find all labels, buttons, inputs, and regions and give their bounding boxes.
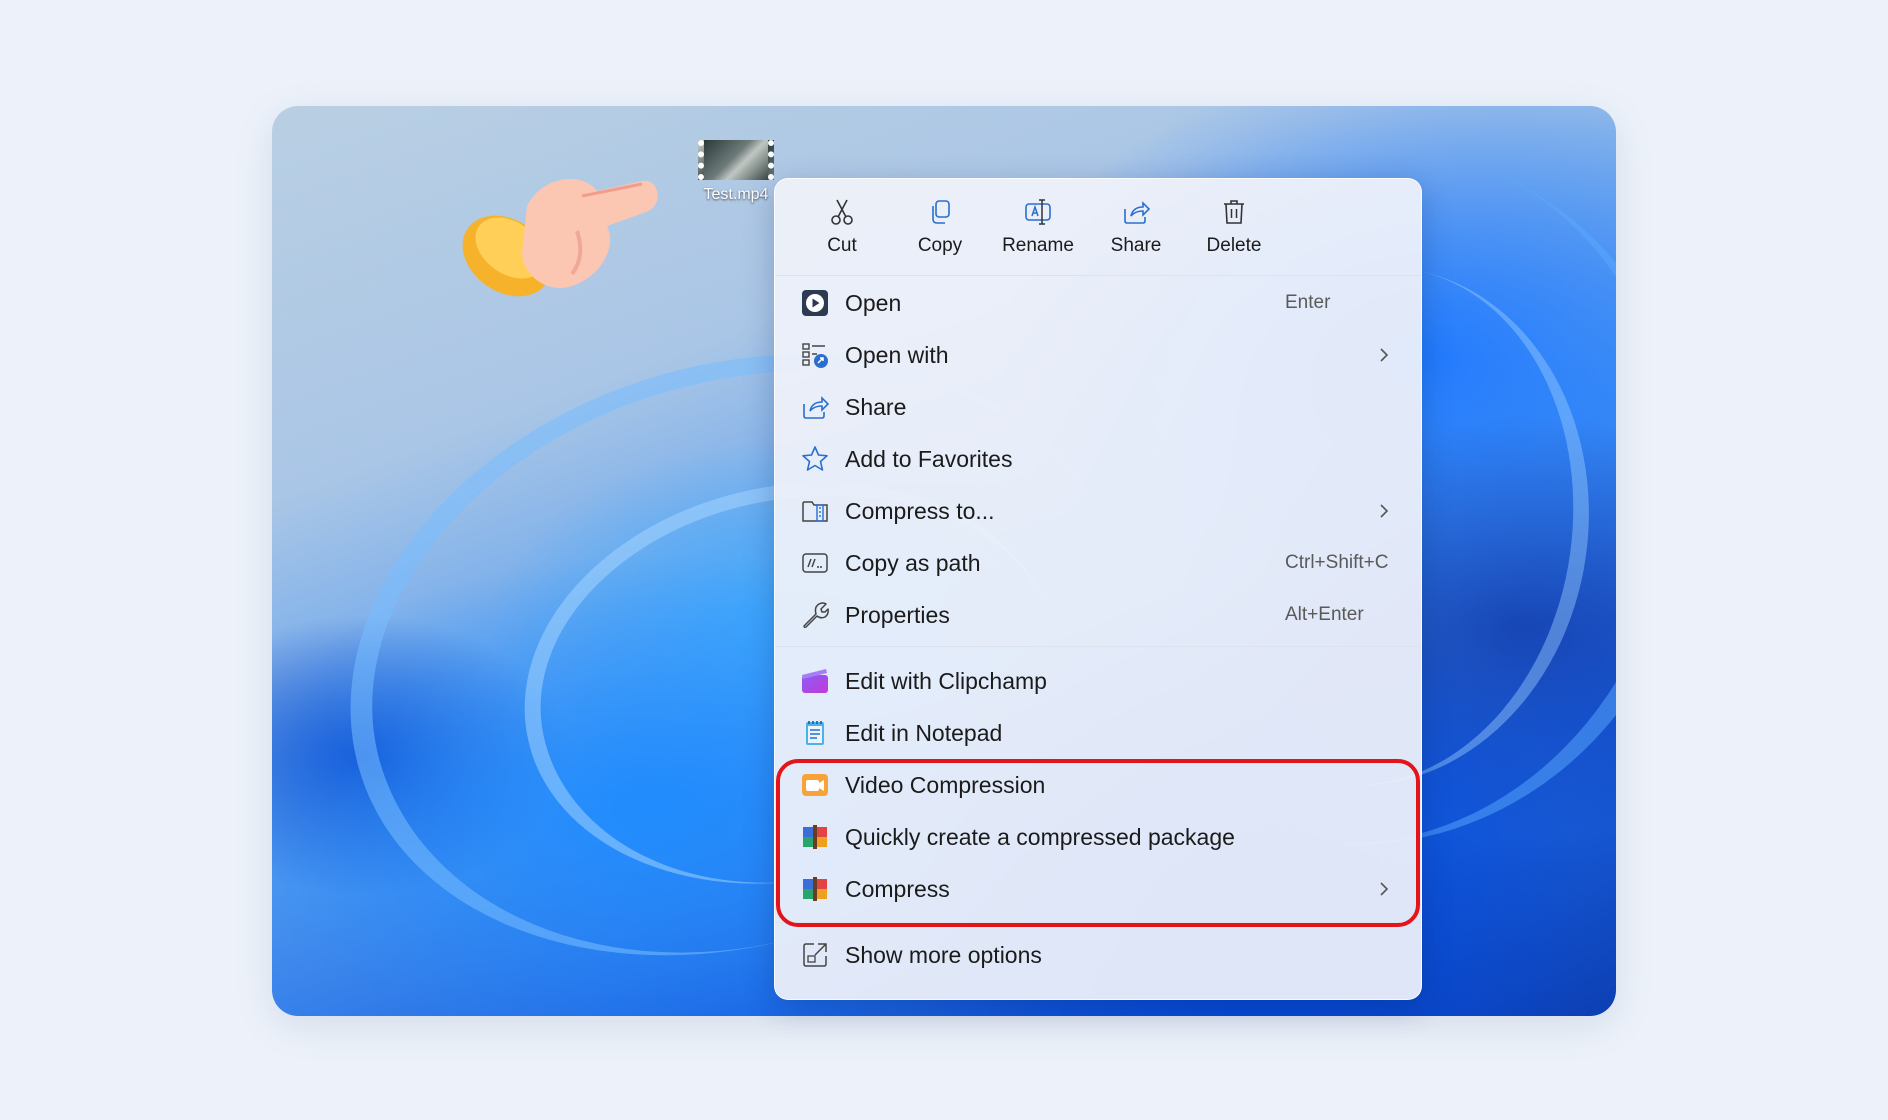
open-media-icon — [802, 290, 828, 316]
menu-item-open[interactable]: Open Enter — [775, 277, 1421, 329]
video-thumbnail-icon — [698, 140, 774, 180]
share-icon — [803, 396, 829, 419]
menu-item-compress-to[interactable]: Compress to... — [775, 485, 1421, 537]
highlight-box — [776, 759, 1420, 927]
share-label: Share — [1110, 235, 1162, 256]
delete-button[interactable]: Delete — [1185, 197, 1283, 275]
menu-item-edit-in-notepad[interactable]: Edit in Notepad — [775, 707, 1421, 759]
menu-item-share[interactable]: Share — [775, 381, 1421, 433]
more-options-icon — [803, 943, 827, 967]
star-icon — [802, 446, 828, 471]
copy-icon — [932, 200, 950, 224]
file-name: Test.mp4 — [703, 186, 769, 203]
menu-item-edit-with-clipchamp[interactable]: Edit with Clipchamp — [775, 655, 1421, 707]
rename-button[interactable]: Rename — [989, 197, 1087, 275]
delete-label: Delete — [1206, 235, 1262, 256]
menu-item-label: Show more options — [845, 941, 1042, 968]
notepad-icon — [806, 721, 824, 745]
menu-item-label: Copy as path — [845, 549, 981, 576]
chevron-right-icon — [1380, 348, 1389, 362]
menu-item-label: Open with — [845, 341, 949, 368]
share-icon — [1124, 201, 1151, 224]
menu-item-copy-as-path[interactable]: Copy as path Ctrl+Shift+C — [775, 537, 1421, 589]
pointing-hand-icon — [462, 179, 658, 297]
rename-icon — [1025, 199, 1051, 225]
copy-button[interactable]: Copy — [891, 197, 989, 275]
menu-item-label: Share — [845, 393, 907, 420]
menu-separator — [775, 646, 1421, 647]
open-with-icon — [802, 343, 828, 368]
menu-item-label: Properties — [845, 601, 950, 628]
context-toolbar: Cut Copy Rename Share Delete — [775, 179, 1421, 276]
shortcut-text: Alt+Enter — [1285, 604, 1364, 625]
menu-item-add-to-favorites[interactable]: Add to Favorites — [775, 433, 1421, 485]
rename-label: Rename — [1002, 235, 1074, 256]
delete-icon — [1224, 200, 1244, 224]
wrench-icon — [803, 602, 829, 629]
chevron-right-icon — [1380, 504, 1389, 518]
shortcut-text: Enter — [1285, 292, 1331, 313]
shortcut-text: Ctrl+Shift+C — [1285, 552, 1389, 573]
share-button[interactable]: Share — [1087, 197, 1185, 275]
desktop-file[interactable]: Test.mp4 — [688, 140, 784, 204]
cut-icon — [831, 199, 853, 225]
menu-item-label: Edit with Clipchamp — [845, 667, 1047, 694]
menu-item-label: Add to Favorites — [845, 445, 1013, 472]
menu-item-label: Open — [845, 289, 902, 316]
menu-item-label: Edit in Notepad — [845, 719, 1003, 746]
clipchamp-icon — [802, 669, 828, 693]
copy-path-icon — [802, 553, 828, 573]
menu-item-show-more-options[interactable]: Show more options — [775, 929, 1421, 981]
menu-item-label: Compress to... — [845, 497, 995, 524]
cut-label: Cut — [827, 235, 857, 256]
compress-icon — [802, 501, 828, 522]
menu-item-open-with[interactable]: Open with — [775, 329, 1421, 381]
menu-item-properties[interactable]: Properties Alt+Enter — [775, 589, 1421, 641]
cut-button[interactable]: Cut — [793, 197, 891, 275]
copy-label: Copy — [917, 235, 963, 256]
